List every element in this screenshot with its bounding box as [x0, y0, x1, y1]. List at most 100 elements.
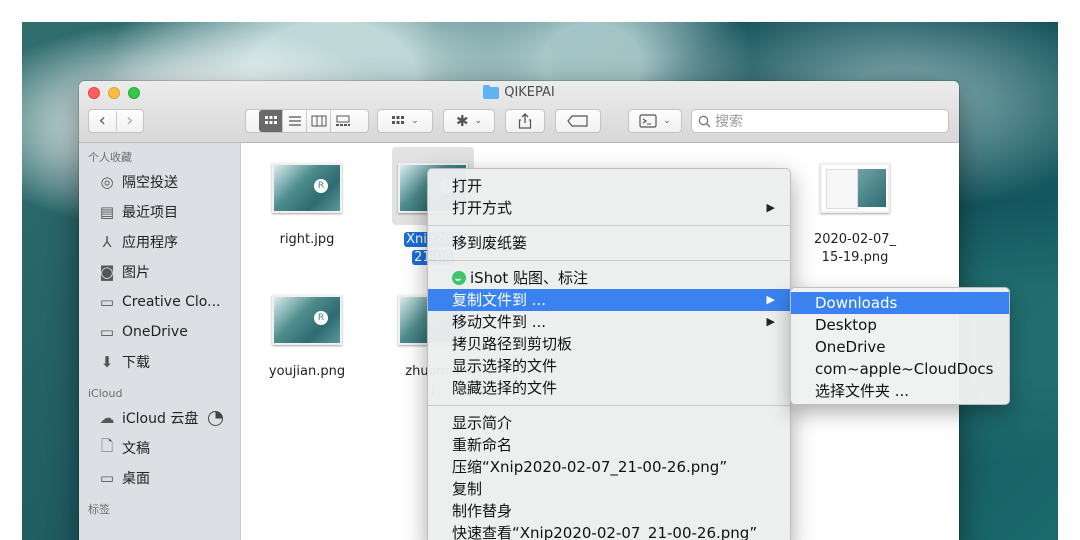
menu-item-move-to[interactable]: 移动文件到 ... ▶: [428, 311, 790, 333]
sidebar-item-label: 隔空投送: [122, 175, 178, 191]
terminal-button[interactable]: ⌄: [628, 109, 682, 133]
menu-item-label: 复制文件到 ...: [452, 291, 547, 309]
chevron-down-icon: ⌄: [411, 116, 419, 126]
icloud-header: iCloud: [88, 387, 123, 400]
menu-item-label: 制作替身: [452, 502, 513, 520]
submenu-item-clouddocs[interactable]: com~apple~CloudDocs: [791, 358, 1009, 380]
sidebar: 个人收藏 ◎ 隔空投送 ▤ 最近项目 ⅄ 应用程序 ◙ 图片 ▭ Creativ…: [79, 143, 241, 540]
menu-item-get-info[interactable]: 显示简介: [428, 412, 790, 434]
action-button[interactable]: ✱ ⌄: [443, 109, 495, 133]
menu-item-hide-selected[interactable]: 隐藏选择的文件: [428, 377, 790, 399]
menu-separator: [428, 225, 790, 226]
menu-item-open-with[interactable]: 打开方式 ▶: [428, 197, 790, 219]
menu-item-rename[interactable]: 重新命名: [428, 434, 790, 456]
file-item[interactable]: 2020-02-07_ 15-19.png: [810, 163, 900, 267]
tags-header: 标签: [88, 503, 110, 516]
sidebar-item-label: 桌面: [122, 471, 150, 487]
menu-item-label: 重新命名: [452, 436, 513, 454]
window-titlebar: QIKEPAI ‹ › ⌄ ✱ ⌄ ⌄ 搜索: [79, 81, 959, 143]
grid-icon: [264, 116, 277, 124]
icon-view-button[interactable]: [259, 110, 283, 132]
menu-item-label: 压缩“Xnip2020-02-07_21-00-26.png”: [452, 458, 728, 476]
sidebar-item-label: 图片: [122, 265, 150, 281]
submenu-item-desktop[interactable]: Desktop: [791, 314, 1009, 336]
sidebar-item-airdrop[interactable]: ◎ 隔空投送: [79, 167, 240, 197]
menu-item-compress[interactable]: 压缩“Xnip2020-02-07_21-00-26.png”: [428, 456, 790, 478]
file-name-line: 15-19.png: [821, 250, 889, 265]
share-button[interactable]: [505, 109, 545, 133]
menu-item-label: 显示简介: [452, 414, 513, 432]
group-by-button[interactable]: ⌄: [377, 109, 433, 133]
submenu-arrow-icon: ▶: [766, 201, 775, 214]
menu-item-duplicate[interactable]: 复制: [428, 478, 790, 500]
submenu-item-choose-folder[interactable]: 选择文件夹 ...: [791, 380, 1009, 402]
menu-item-reveal-selected[interactable]: 显示选择的文件: [428, 355, 790, 377]
sidebar-item-documents[interactable]: 🗋 文稿: [79, 433, 240, 463]
menu-separator: [428, 260, 790, 261]
sidebar-item-pictures[interactable]: ◙ 图片: [79, 257, 240, 287]
menu-item-quick-look[interactable]: 快速查看“Xnip2020-02-07_21-00-26.png”: [428, 522, 790, 540]
menu-item-copy-path[interactable]: 拷贝路径到剪切板: [428, 333, 790, 355]
sidebar-item-label: Creative Clo...: [122, 294, 221, 310]
menu-item-label: 打开: [452, 177, 483, 195]
sidebar-item-creative-cloud[interactable]: ▭ Creative Clo...: [79, 287, 240, 317]
sidebar-item-downloads[interactable]: ⬇ 下载: [79, 347, 240, 377]
applications-icon: ⅄: [102, 233, 112, 251]
view-mode-segmented: [245, 109, 369, 133]
menu-item-label: 显示选择的文件: [452, 357, 558, 375]
share-icon: [518, 113, 532, 129]
logo-icon: R: [314, 311, 328, 325]
menu-item-label: com~apple~CloudDocs: [815, 360, 994, 378]
tags-button[interactable]: [555, 109, 601, 133]
submenu-arrow-icon: ▶: [766, 293, 775, 306]
sidebar-item-label: iCloud 云盘: [122, 411, 199, 427]
folder-icon: ▭: [99, 293, 115, 311]
list-icon: [288, 116, 301, 126]
gear-icon: ✱: [455, 112, 469, 130]
search-field[interactable]: 搜索: [691, 109, 949, 133]
sidebar-item-applications[interactable]: ⅄ 应用程序: [79, 227, 240, 257]
sidebar-item-onedrive[interactable]: ▭ OneDrive: [79, 317, 240, 347]
desktop-icon: ▭: [99, 469, 115, 487]
sidebar-item-label: 文稿: [122, 441, 150, 457]
gallery-view-button[interactable]: [331, 110, 355, 132]
airdrop-icon: ◎: [100, 173, 114, 191]
menu-item-make-alias[interactable]: 制作替身: [428, 500, 790, 522]
menu-item-open[interactable]: 打开: [428, 175, 790, 197]
recents-icon: ▤: [99, 203, 115, 221]
menu-item-label: 快速查看“Xnip2020-02-07_21-00-26.png”: [452, 524, 758, 540]
column-view-button[interactable]: [307, 110, 331, 132]
search-icon: [698, 115, 711, 127]
submenu-item-downloads[interactable]: Downloads: [791, 292, 1009, 314]
menu-item-ishot[interactable]: iShot 贴图、标注: [428, 267, 790, 289]
list-view-button[interactable]: [283, 110, 307, 132]
gallery-icon: [336, 115, 350, 126]
menu-item-copy-to[interactable]: 复制文件到 ... ▶: [428, 289, 790, 311]
menu-item-label: 选择文件夹 ...: [815, 382, 910, 400]
sidebar-item-desktop[interactable]: ▭ 桌面: [79, 463, 240, 493]
grid-icon: [392, 116, 405, 124]
context-menu: 打开 打开方式 ▶ 移到废纸篓 iShot 贴图、标注 复制文件到 ... ▶ 移动…: [427, 168, 791, 540]
downloads-icon: ⬇: [100, 353, 114, 371]
cloud-icon: ☁: [99, 409, 115, 427]
file-item[interactable]: R right.jpg: [262, 163, 352, 249]
file-name: right.jpg: [279, 232, 335, 247]
file-thumbnail: [820, 163, 890, 213]
sidebar-item-recents[interactable]: ▤ 最近项目: [79, 197, 240, 227]
submenu-item-onedrive[interactable]: OneDrive: [791, 336, 1009, 358]
menu-item-label: 复制: [452, 480, 483, 498]
file-item[interactable]: R youjian.png: [262, 295, 352, 381]
copy-to-submenu: Downloads Desktop OneDrive com~apple~Clo…: [790, 287, 1010, 405]
menu-item-label: OneDrive: [815, 338, 886, 356]
sidebar-item-label: 下载: [122, 355, 150, 371]
search-placeholder: 搜索: [715, 114, 743, 130]
forward-button[interactable]: ›: [117, 111, 144, 131]
back-button[interactable]: ‹: [89, 111, 117, 131]
menu-item-label: iShot 贴图、标注: [470, 269, 589, 287]
documents-icon: 🗋: [100, 436, 114, 455]
file-thumbnail: R: [272, 295, 342, 345]
sidebar-item-icloud-drive[interactable]: ☁ iCloud 云盘: [79, 403, 240, 433]
file-name: 2020-02-07_ 15-19.png: [810, 231, 900, 267]
menu-item-move-to-trash[interactable]: 移到废纸篓: [428, 232, 790, 254]
menu-item-label: 移到废纸篓: [452, 234, 528, 252]
